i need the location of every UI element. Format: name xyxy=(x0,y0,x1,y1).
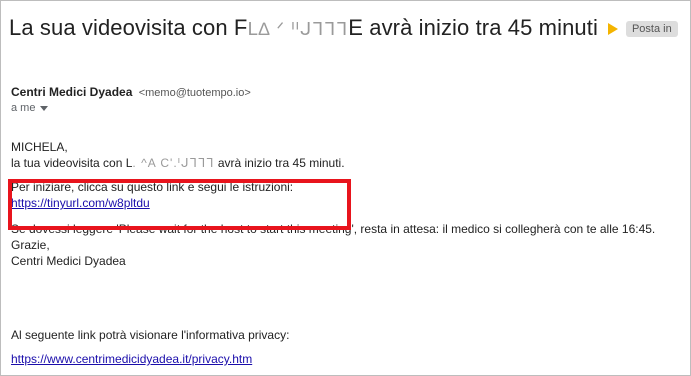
body-line-1: la tua videovisita con L. ^A C'.ᑊᒍᒣᒣᒣ av… xyxy=(11,155,655,171)
subject-prefix: La sua videovisita con F xyxy=(9,15,248,40)
sender-name[interactable]: Centri Medici Dyadea xyxy=(11,85,132,99)
important-marker-icon[interactable] xyxy=(607,22,618,35)
inbox-label[interactable]: Posta in xyxy=(625,20,678,37)
subject-redacted: ᒪ∆ ᐟ ᑊᑊᒍᒣᒣᒣ xyxy=(247,19,349,39)
subject-suffix: E avrà inizio tra 45 minuti xyxy=(348,15,598,40)
line1-prefix: la tua videovisita con L xyxy=(11,156,133,170)
chevron-down-icon[interactable] xyxy=(40,105,49,111)
recipient-row[interactable]: a me xyxy=(11,102,49,114)
privacy-link[interactable]: https://www.centrimedicidyadea.it/privac… xyxy=(11,352,252,366)
recipient: a me xyxy=(11,102,36,114)
thanks-text: Grazie, xyxy=(11,238,50,252)
sender-row: Centri Medici Dyadea <memo@tuotempo.io> xyxy=(11,85,251,99)
privacy-text: Al seguente link potrà visionare l'infor… xyxy=(11,328,290,342)
greeting: MICHELA, xyxy=(11,140,68,154)
line1-redacted: . ^A C'.ᑊᒍᒣᒣᒣ xyxy=(132,156,215,170)
email-view: La sua videovisita con Fᒪ∆ ᐟ ᑊᑊᒍᒣᒣᒣE avr… xyxy=(0,0,691,376)
email-subject: La sua videovisita con Fᒪ∆ ᐟ ᑊᑊᒍᒣᒣᒣE avr… xyxy=(9,15,598,40)
highlight-annotation-box xyxy=(8,179,351,230)
subject-row: La sua videovisita con Fᒪ∆ ᐟ ᑊᑊᒍᒣᒣᒣE avr… xyxy=(9,15,690,45)
email-body: MICHELA, la tua videovisita con L. ^A C'… xyxy=(11,139,655,367)
line1-suffix: avrà inizio tra 45 minuti. xyxy=(214,156,345,170)
sender-email: <memo@tuotempo.io> xyxy=(138,87,251,99)
signature: Centri Medici Dyadea xyxy=(11,254,126,268)
